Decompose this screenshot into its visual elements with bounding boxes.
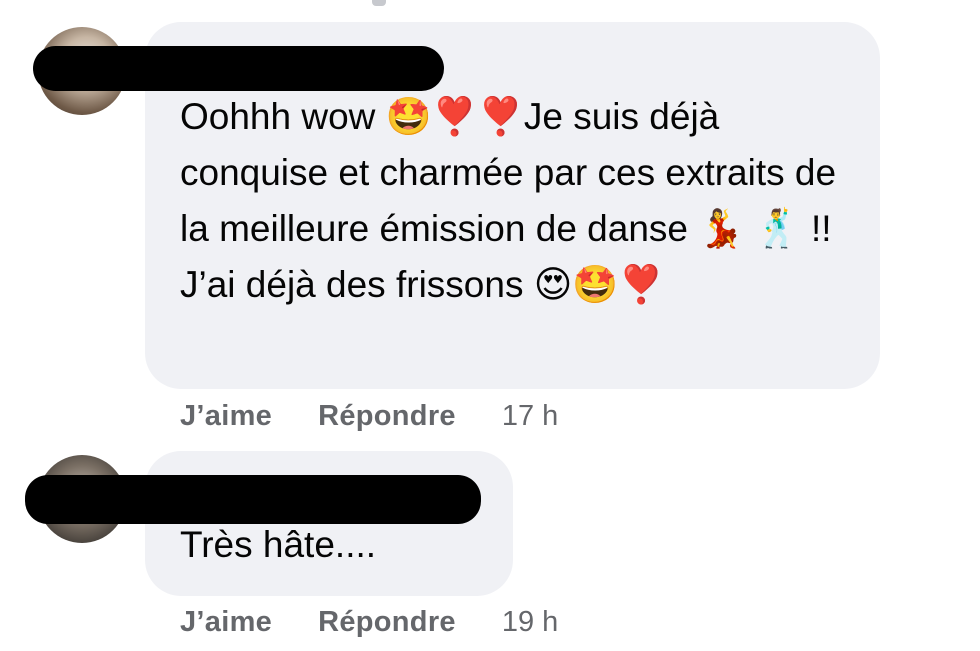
- redacted-author-name: [33, 46, 444, 91]
- reply-button[interactable]: Répondre: [318, 400, 456, 433]
- comment-text: Très hâte....: [180, 524, 377, 565]
- like-button[interactable]: J’aime: [180, 400, 272, 433]
- redacted-author-name: [25, 475, 481, 524]
- comment-timestamp[interactable]: 19 h: [502, 606, 558, 639]
- reply-button[interactable]: Répondre: [318, 606, 456, 639]
- comment-text: Oohhh wow 🤩❣️❣️Je suis déjà conquise et …: [180, 96, 847, 305]
- like-button[interactable]: J’aime: [180, 606, 272, 639]
- comment-timestamp[interactable]: 17 h: [502, 400, 558, 433]
- comment-actions: J’aime Répondre 19 h: [180, 602, 558, 642]
- comment-thread: Oohhh wow 🤩❣️❣️Je suis déjà conquise et …: [0, 0, 980, 651]
- previous-content-edge: [372, 0, 386, 6]
- comment-actions: J’aime Répondre 17 h: [180, 396, 558, 436]
